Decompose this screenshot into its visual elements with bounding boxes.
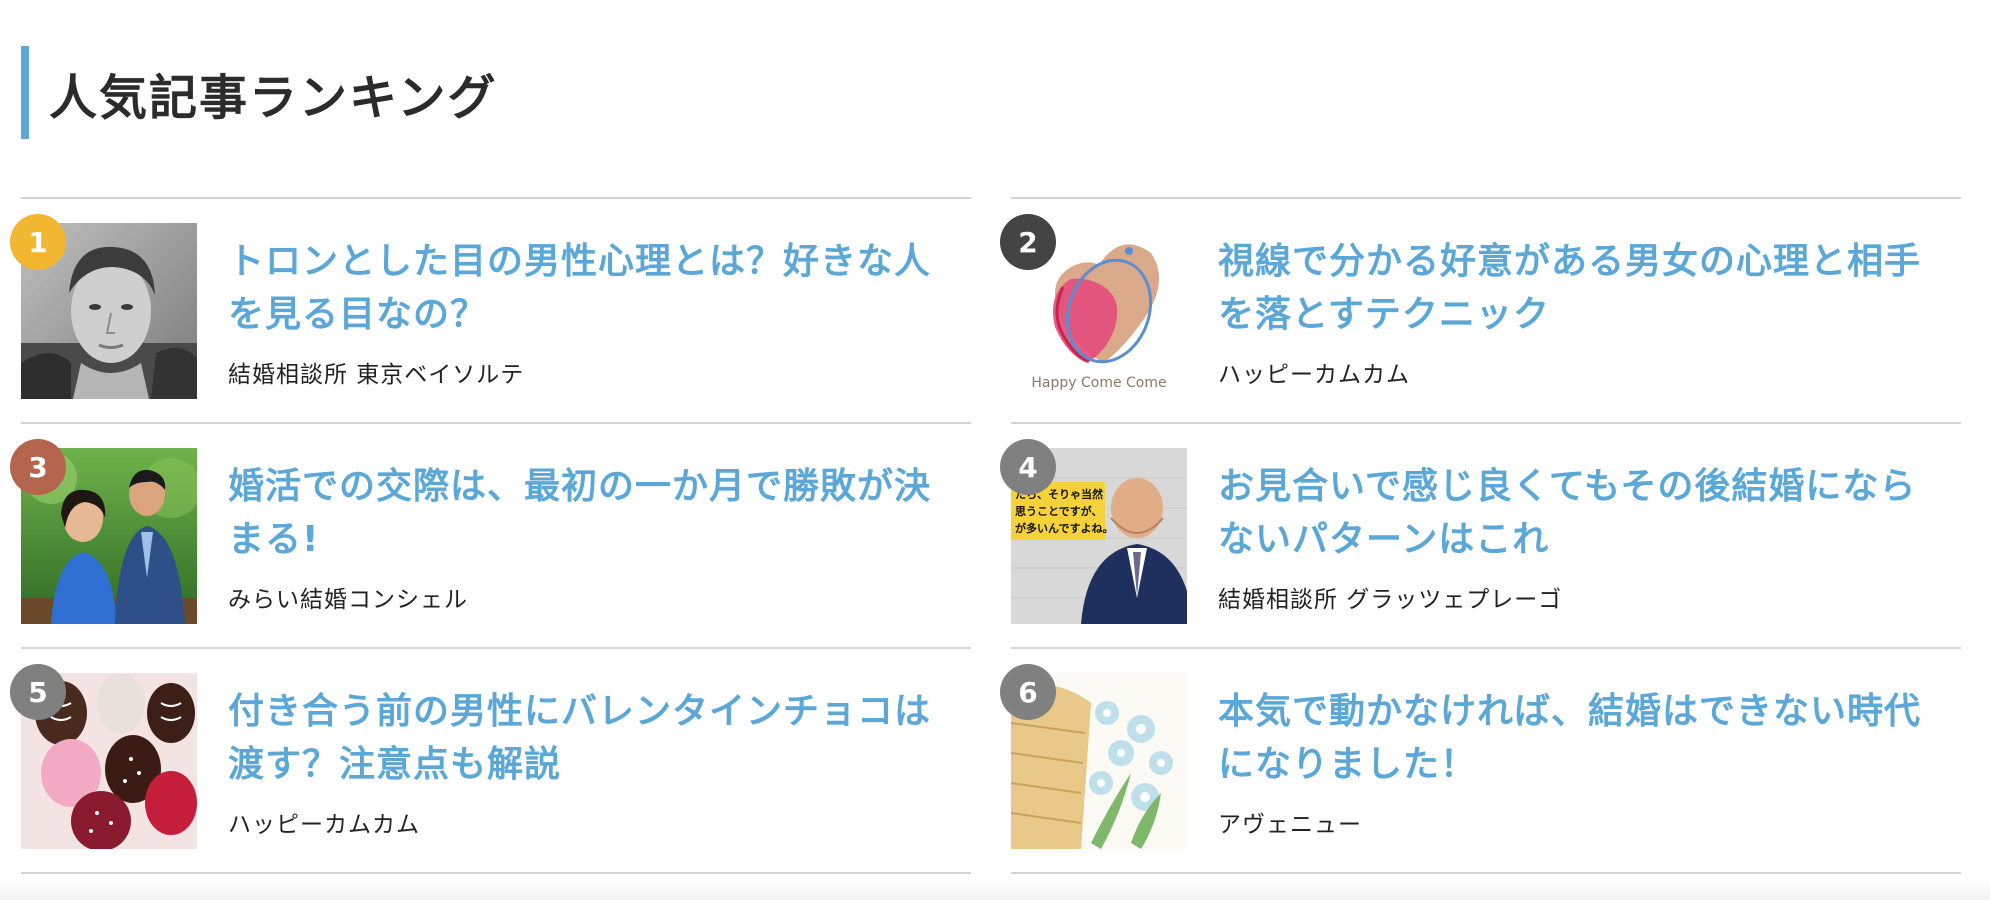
rank-badge: 6 [1000, 664, 1056, 720]
article-title-link[interactable]: 本気で動かなければ、結婚はできない時代になりました！ [1218, 685, 1941, 791]
ranking-item-6[interactable]: 6 本気で動かなければ、結婚はできない時代になりました！ アヴェニュー [1000, 647, 1961, 874]
rank-badge: 2 [1000, 214, 1056, 270]
ranking-page: 人気記事ランキング 1 トロンとした目の男性心理とは？好きな人を見る目なの？ 結… [0, 0, 1990, 900]
section-title: 人気記事ランキング [49, 69, 498, 126]
caption-line: 思うことですが、 [1015, 504, 1102, 518]
ranking-item-3[interactable]: 3 婚活での交際は、最初の一か月で勝敗が決まる! みらい結婚コンシェル [10, 422, 971, 647]
article-title-link[interactable]: 婚活での交際は、最初の一か月で勝敗が決まる! [228, 460, 951, 566]
caption-line: が多いんですよね。 [1015, 521, 1113, 535]
logo-text: Happy Come Come [1031, 375, 1166, 391]
article-source: アヴェニュー [1218, 812, 1362, 838]
ranking-item-2[interactable]: 2 Happy Come Come 視線で分かる好意がある男女の心理と相手を落と… [1000, 197, 1961, 422]
section-heading: 人気記事ランキング [21, 46, 498, 139]
article-source: ハッピーカムカム [228, 812, 420, 838]
rank-badge: 3 [10, 439, 66, 495]
ranking-grid: 1 トロンとした目の男性心理とは？好きな人を見る目なの？ 結婚相談所 東京ベイソ… [10, 197, 1961, 874]
article-title-link[interactable]: トロンとした目の男性心理とは？好きな人を見る目なの？ [228, 235, 951, 341]
rank-badge: 5 [10, 664, 66, 720]
bottom-divider [0, 878, 1990, 900]
article-source: 結婚相談所 グラッツェプレーゴ [1218, 587, 1563, 613]
article-source: みらい結婚コンシェル [228, 587, 468, 613]
article-source: 結婚相談所 東京ベイソルテ [228, 362, 525, 388]
rank-badge: 1 [10, 214, 66, 270]
article-title-link[interactable]: 視線で分かる好意がある男女の心理と相手を落とすテクニック [1218, 235, 1941, 341]
article-source: ハッピーカムカム [1218, 362, 1410, 388]
rank-badge: 4 [1000, 439, 1056, 495]
ranking-item-5[interactable]: 5 付き合う前の男性にバレンタインチョコは渡す？注意点も解説 ハッピーカムカム [10, 647, 971, 874]
article-title-link[interactable]: 付き合う前の男性にバレンタインチョコは渡す？注意点も解説 [228, 685, 951, 791]
ranking-item-1[interactable]: 1 トロンとした目の男性心理とは？好きな人を見る目なの？ 結婚相談所 東京ベイソ… [10, 197, 971, 422]
article-title-link[interactable]: お見合いで感じ良くてもその後結婚にならないパターンはこれ [1218, 460, 1941, 566]
ranking-item-4[interactable]: 4 たら、そりゃ当然 思うことですが、 が多いんですよね。 お見合いで感じ良くて… [1000, 422, 1961, 647]
